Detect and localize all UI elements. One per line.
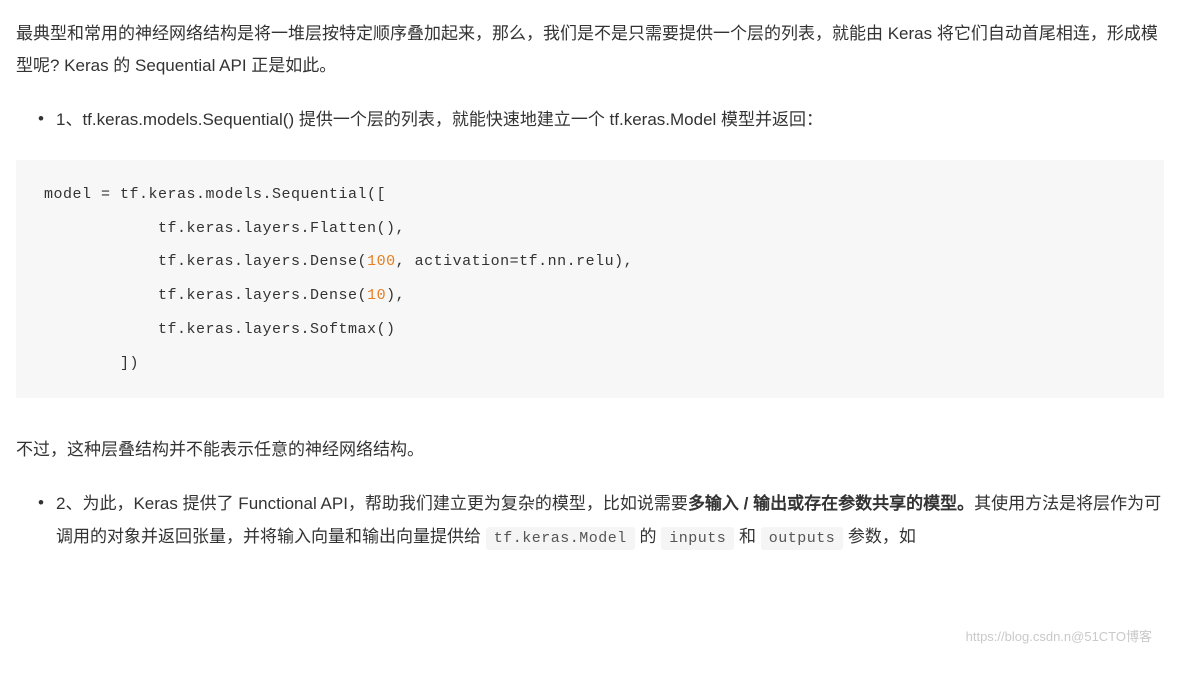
inline-code: tf.keras.Model <box>486 527 635 550</box>
bullet-list-2: 2、为此，Keras 提供了 Functional API，帮助我们建立更为复杂… <box>16 487 1164 554</box>
inline-code: inputs <box>661 527 734 550</box>
list-item: 2、为此，Keras 提供了 Functional API，帮助我们建立更为复杂… <box>16 487 1164 554</box>
code-line: tf.keras.layers.Dense(100, activation=tf… <box>44 253 633 270</box>
code-line: model = tf.keras.models.Sequential([ <box>44 186 386 203</box>
list-item: 1、tf.keras.models.Sequential() 提供一个层的列表，… <box>16 103 1164 136</box>
intro-paragraph: 最典型和常用的神经网络结构是将一堆层按特定顺序叠加起来，那么，我们是不是只需要提… <box>16 18 1164 83</box>
bullet-list-1: 1、tf.keras.models.Sequential() 提供一个层的列表，… <box>16 103 1164 136</box>
inline-code: outputs <box>761 527 844 550</box>
code-line: ]) <box>44 355 139 372</box>
code-number: 10 <box>367 287 386 304</box>
list-item-text: 2、为此，Keras 提供了 Functional API，帮助我们建立更为复杂… <box>56 494 1161 546</box>
code-line: tf.keras.layers.Dense(10), <box>44 287 405 304</box>
watermark-text: https://blog.csdn.n@51CTO博客 <box>966 625 1152 650</box>
bold-text: 多输入 / 输出或存在参数共享的模型。 <box>688 494 974 513</box>
code-line: tf.keras.layers.Softmax() <box>44 321 396 338</box>
code-line: tf.keras.layers.Flatten(), <box>44 220 405 237</box>
list-item-text: 1、tf.keras.models.Sequential() 提供一个层的列表，… <box>56 110 823 129</box>
code-block: model = tf.keras.models.Sequential([ tf.… <box>16 160 1164 399</box>
middle-paragraph: 不过，这种层叠结构并不能表示任意的神经网络结构。 <box>16 434 1164 466</box>
code-number: 100 <box>367 253 396 270</box>
